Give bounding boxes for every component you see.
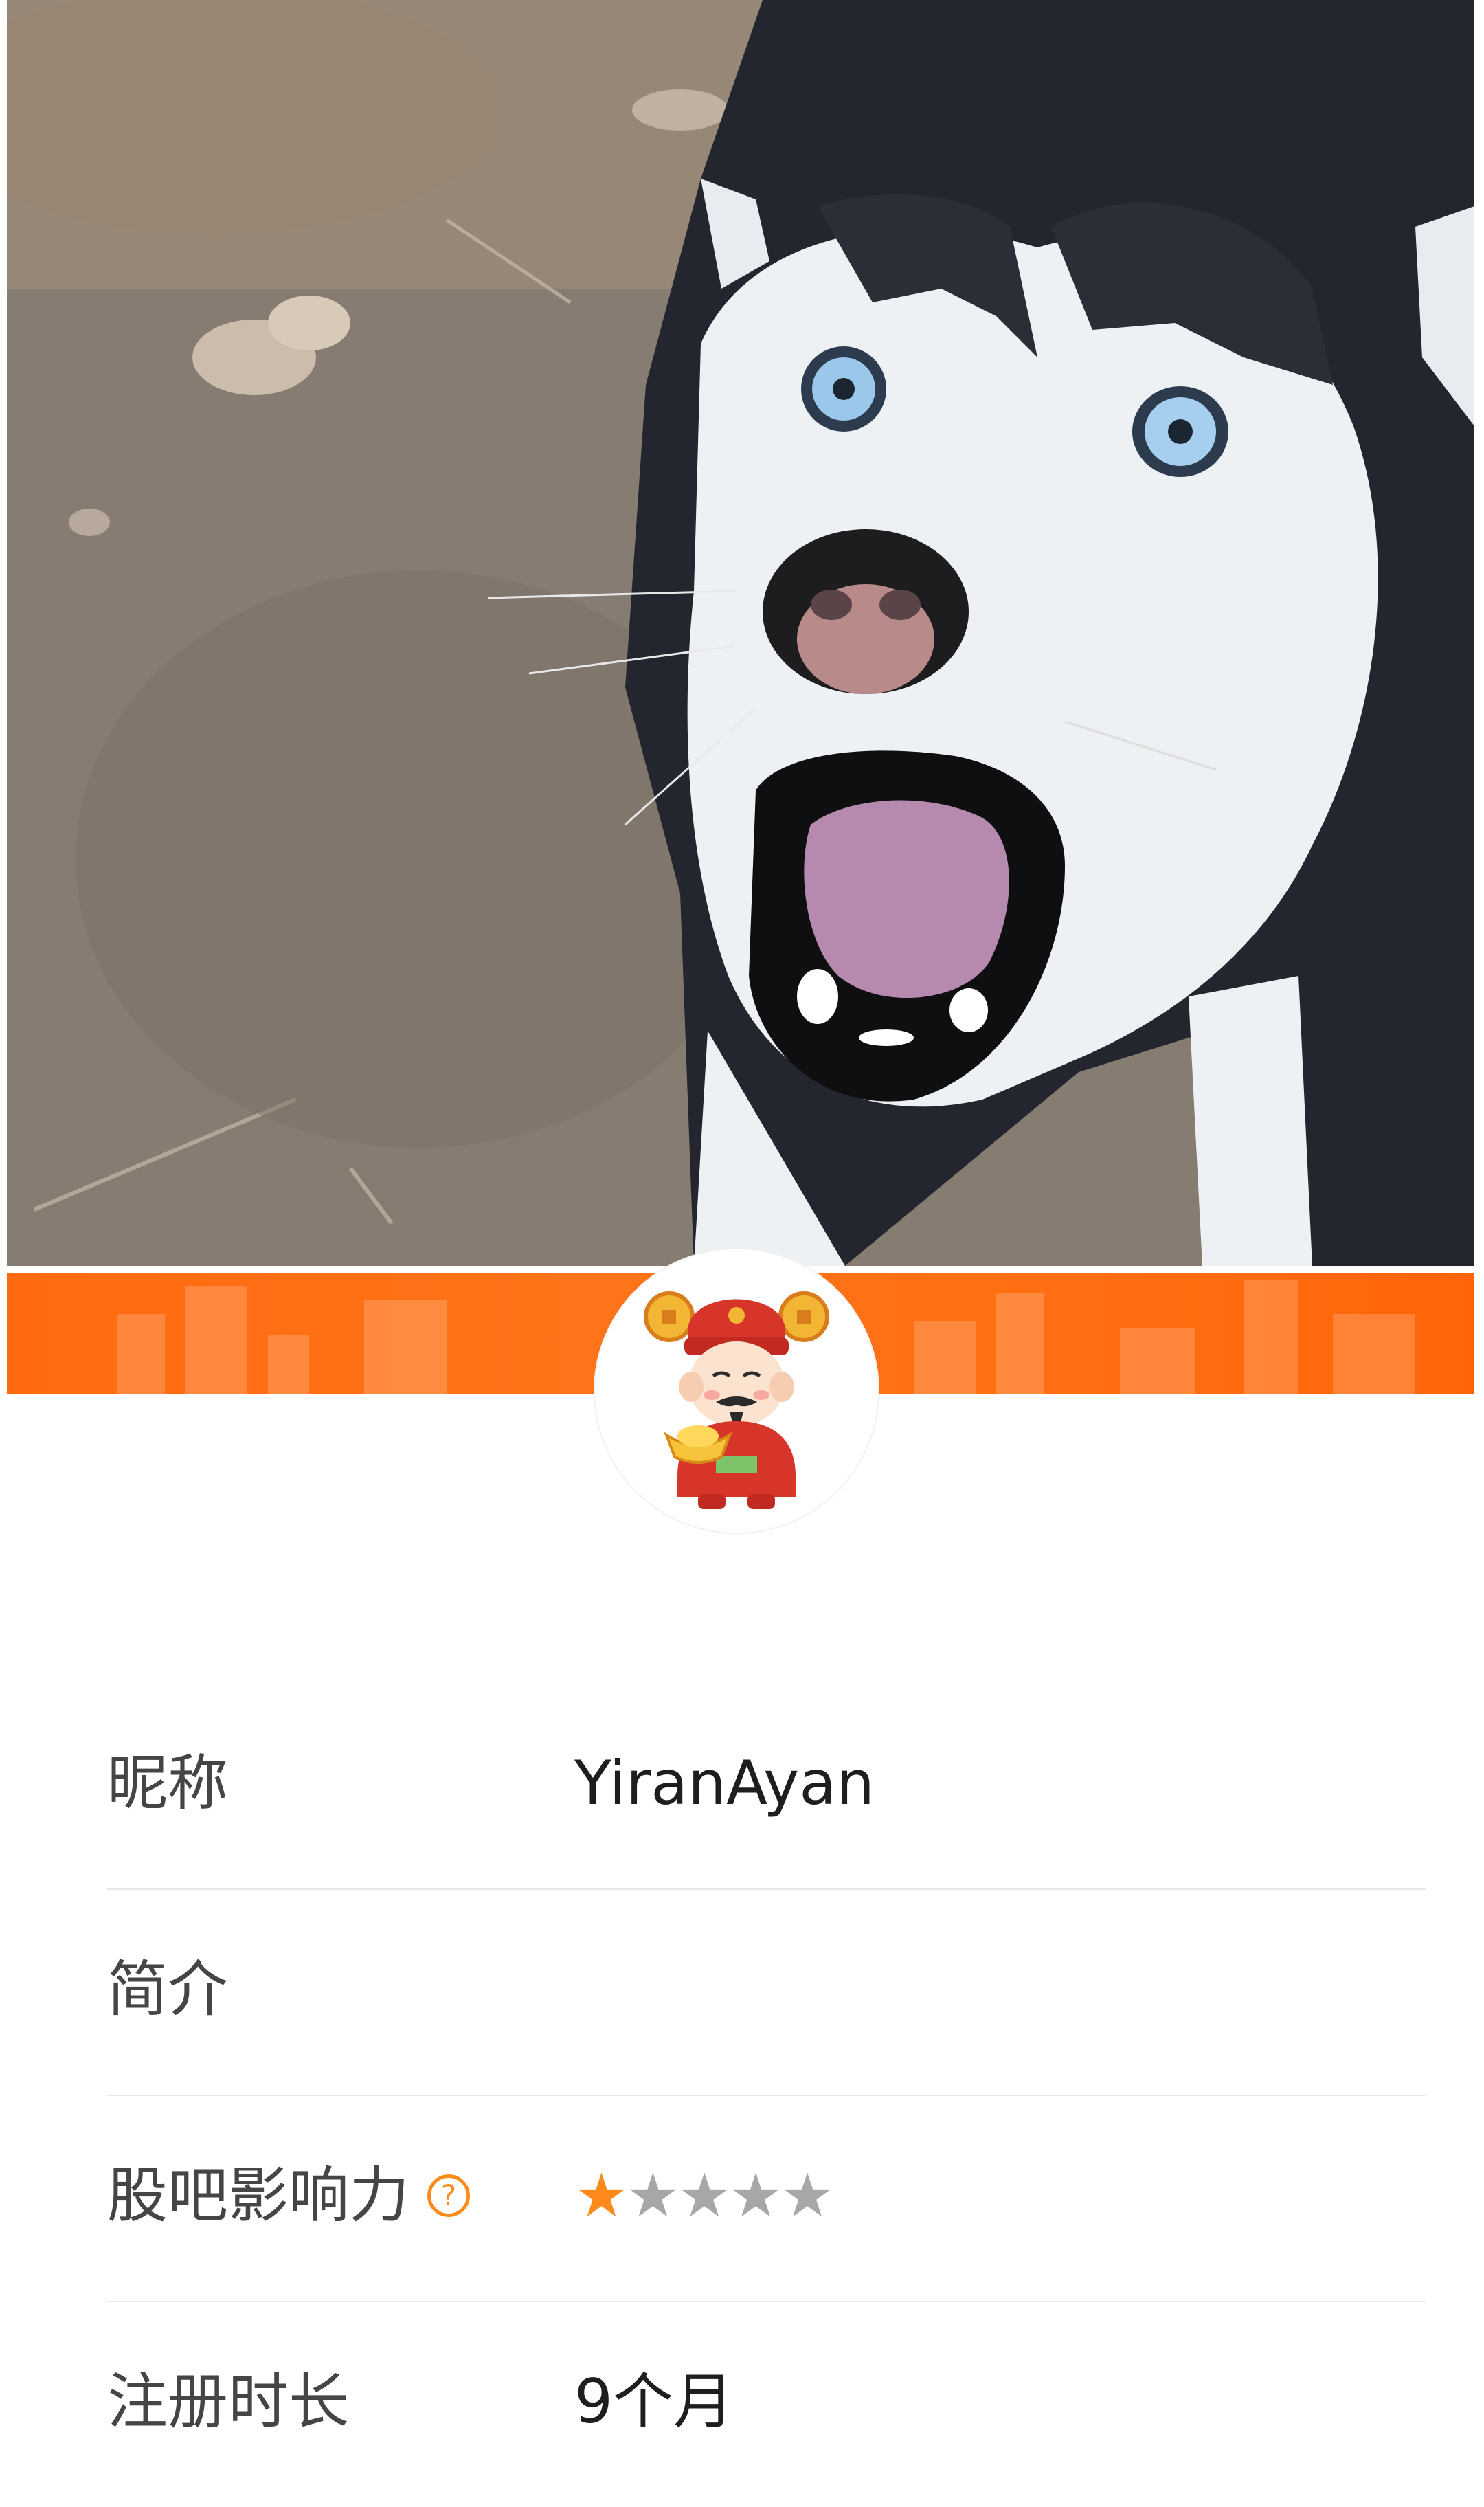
bio-label: 简介 [107,1954,229,2025]
influence-row: 股吧影响力? ★★★★★ [107,2096,1426,2302]
star-empty-icon: ★★★★ [625,2160,835,2231]
husky-dog-photo [7,0,1474,1266]
registration-value: 9个月 [574,2366,734,2437]
influence-label-group: 股吧影响力? [107,2158,471,2233]
question-circle-icon[interactable]: ? [427,2174,471,2218]
nickname-row[interactable]: 昵称 YiranAyan [107,1684,1426,1890]
registration-row: 注册时长 9个月 [107,2302,1426,2507]
registration-label: 注册时长 [107,2366,350,2437]
bio-row[interactable]: 简介 [107,1890,1426,2096]
influence-label: 股吧影响力 [107,2160,410,2231]
influence-rating: ★★★★★ [574,2158,835,2233]
nickname-value: YiranAyan [574,1748,875,1818]
cover-photo[interactable] [7,0,1474,1266]
avatar[interactable] [595,1249,878,1533]
star-filled-icon: ★ [574,2160,629,2231]
god-of-wealth-avatar-icon [595,1249,878,1533]
nickname-label: 昵称 [107,1748,229,1818]
profile-info-list: 昵称 YiranAyan 简介 股吧影响力? ★★★★★ 注册时长 9个月 [107,1684,1426,2507]
